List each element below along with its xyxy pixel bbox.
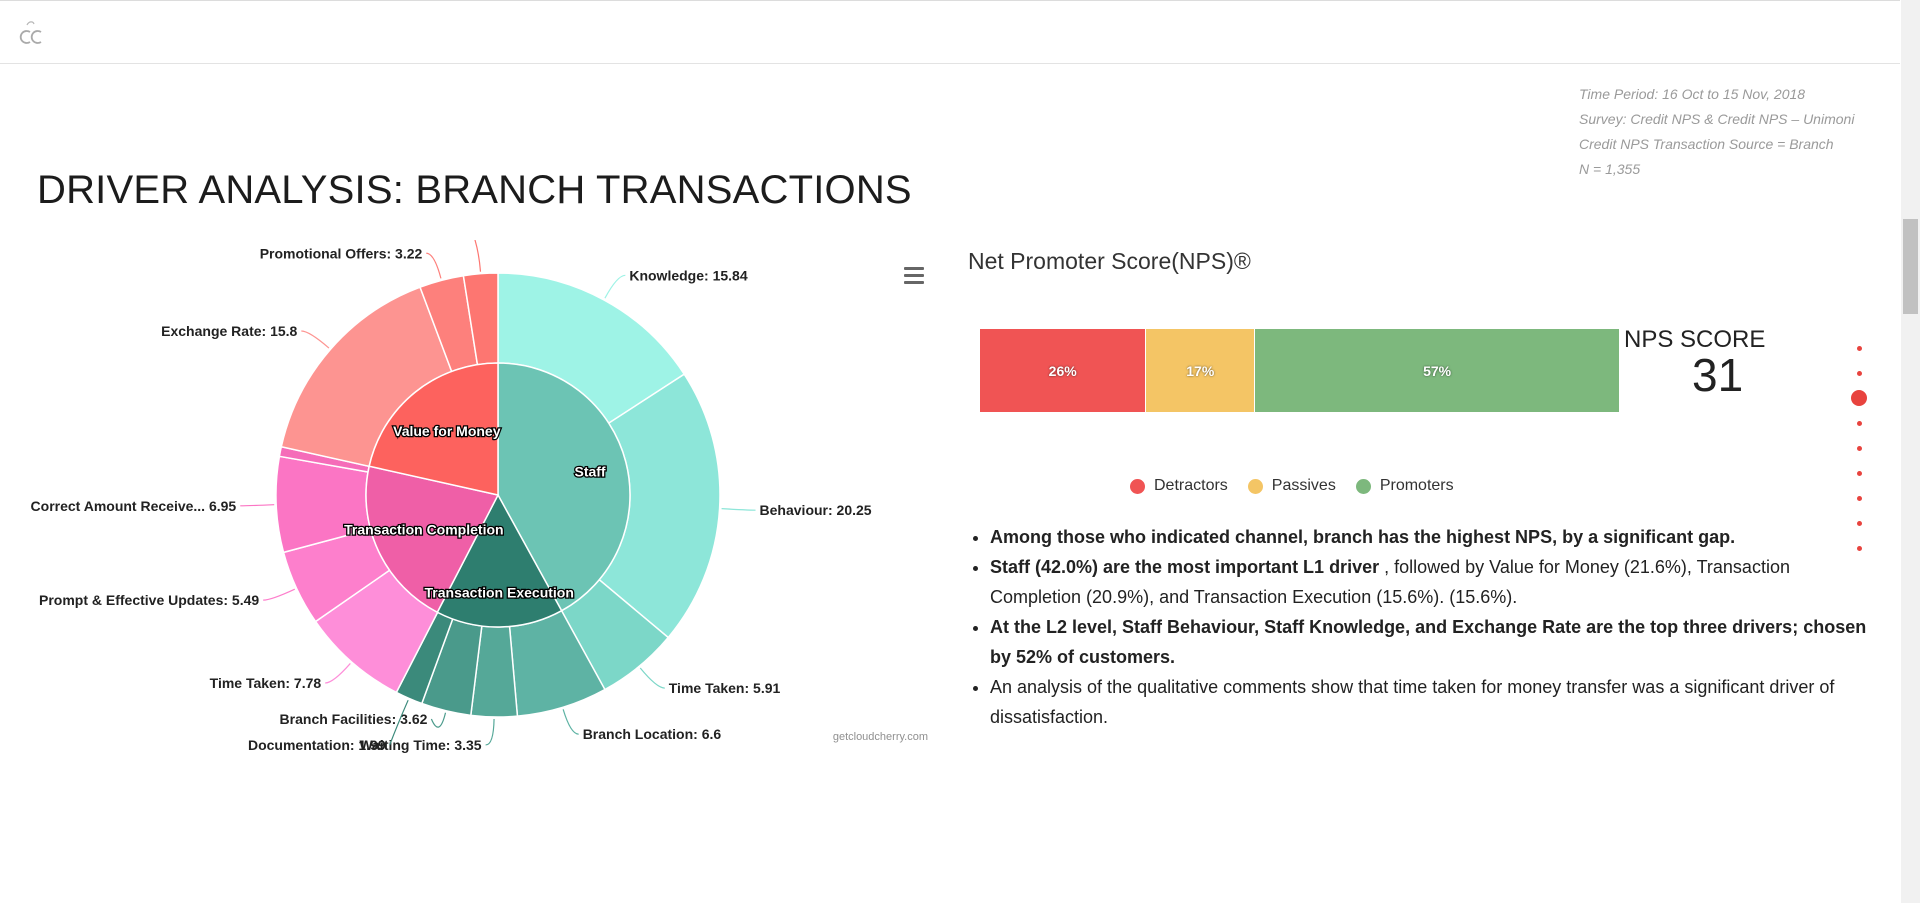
sunburst-svg: Staff Transaction Execution Transaction Co… [31,240,872,753]
slide-nav-dot[interactable] [1857,471,1862,476]
insight-item: An analysis of the qualitative comments … [990,672,1870,732]
inner-label-transaction-completion: Transaction Completion [344,522,503,538]
cloudcherry-logo-icon[interactable] [18,19,46,49]
outer-label-exchange-rate: Exchange Rate: 15.8 [161,323,297,339]
survey-text: Survey: Credit NPS & Credit NPS – Unimon… [1579,111,1855,127]
outer-label-knowledge: Knowledge: 15.84 [629,267,747,283]
chart-credit-link[interactable]: getcloudcherry.com [790,731,928,743]
insights-list: Among those who indicated channel, branc… [970,522,1870,732]
sample-size-text: N = 1,355 [1579,161,1641,177]
legend-dot-icon [1247,478,1263,494]
slide-nav-dot[interactable] [1857,496,1862,501]
outer-label-correct-amount-received: Correct Amount Receive... 6.95 [31,498,237,514]
outer-connector-branch-facilities [430,712,447,728]
hamburger-menu-icon [904,267,924,270]
outer-connector-time-taken [325,663,351,684]
slide-nav-dot[interactable] [1857,421,1862,426]
slide-nav-dot[interactable] [1857,546,1862,551]
slide-nav-dots [1850,346,1870,566]
outer-label-branch-facilities: Branch Facilities: 3.62 [280,711,428,727]
outer-connector-knowledge [604,274,626,299]
vertical-scrollbar[interactable] [1901,0,1920,903]
outer-connector-prompt-effective-updates [263,588,296,601]
outer-connector-time-taken [639,667,665,689]
time-period-text: Time Period: 16 Oct to 15 Nov, 2018 [1579,86,1806,102]
nps-stacked-bar: 26% 17% 57% [980,329,1620,412]
slide-nav-dot[interactable] [1857,521,1862,526]
nps-score-value: 31 [1692,349,1744,401]
outer-label-promotional-offers: Promotional Offers: 3.22 [260,245,423,261]
scrollbar-thumb[interactable] [1903,219,1918,314]
outer-label-documentation: Documentation: 1.99 [248,737,386,753]
hamburger-menu-icon-line [904,274,924,277]
chart-menu-button[interactable] [899,263,929,289]
slide-nav-dot[interactable] [1857,346,1862,351]
outer-connector-promotional-offers [426,252,442,279]
legend-item-detractors[interactable]: Detractors [1130,477,1228,495]
slide-nav-dot[interactable] [1857,446,1862,451]
outer-label-behaviour: Behaviour: 20.25 [760,502,872,518]
insight-bold-text: Among those who indicated channel, branc… [990,527,1736,547]
insight-item: At the L2 level, Staff Behaviour, Staff … [990,612,1870,672]
nps-title: Net Promoter Score(NPS)® [968,248,1251,274]
outer-connector-exchange-rate [301,330,330,349]
inner-label-staff: Staff [574,463,605,479]
outer-label-time-taken: Time Taken: 7.78 [210,675,322,691]
insight-bold-text: At the L2 level, Staff Behaviour, Staff … [990,617,1867,667]
legend-dot-icon [1355,478,1371,494]
nps-bar-passives[interactable]: 17% [1146,329,1256,412]
outer-label-branch-location: Branch Location: 6.6 [583,726,722,742]
slide-nav-dot[interactable] [1857,371,1862,376]
slide-nav-dot-active[interactable] [1851,390,1867,406]
nps-bar-promoters[interactable]: 57% [1255,329,1620,412]
legend-item-passives[interactable]: Passives [1247,477,1336,495]
outer-label-time-taken: Time Taken: 5.91 [669,680,781,696]
outer-connector-waiting-time [485,718,495,746]
insight-bold-text: Staff (42.0%) are the most important L1 … [990,557,1380,577]
nps-legend: Detractors Passives Promoters [1130,477,1454,495]
outer-connector-service-charges [474,240,482,272]
legend-label: Detractors [1154,477,1228,494]
page-title: DRIVER ANALYSIS: BRANCH TRANSACTIONS [37,168,912,212]
legend-item-promoters[interactable]: Promoters [1355,477,1454,495]
survey-meta-info: Time Period: 16 Oct to 15 Nov, 2018 Surv… [1579,82,1899,182]
inner-label-transaction-execution: Transaction Execution [425,585,574,601]
driver-sunburst-chart: Staff Transaction Execution Transaction Co… [30,240,940,760]
legend-label: Passives [1271,477,1336,494]
hamburger-menu-icon-line [904,281,924,284]
outer-connector-correct-amount-received [240,504,275,507]
outer-label-prompt-effective-updates: Prompt & Effective Updates: 5.49 [39,592,259,608]
outer-connector-behaviour [721,508,756,511]
legend-label: Promoters [1379,477,1454,494]
outer-connector-branch-location [562,709,579,735]
legend-dot-icon [1130,478,1145,494]
insight-item: Among those who indicated channel, branc… [990,522,1870,552]
inner-label-value-for-money: Value for Money [393,423,501,439]
top-bar [0,0,1900,64]
nps-bar-detractors[interactable]: 26% [980,329,1147,412]
insight-item: Staff (42.0%) are the most important L1 … [990,552,1870,612]
source-text: Credit NPS Transaction Source = Branch [1579,136,1834,152]
insight-text: An analysis of the qualitative comments … [990,677,1835,727]
